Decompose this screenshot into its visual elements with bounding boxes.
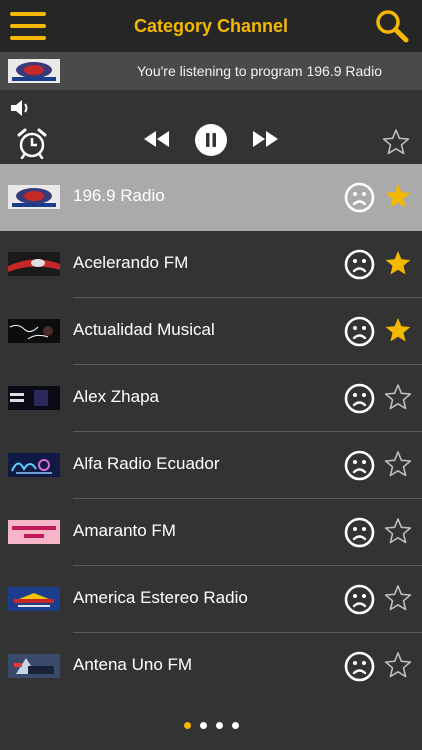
page-dot[interactable] [215, 722, 223, 729]
station-logo [8, 252, 60, 276]
pause-button[interactable] [195, 124, 227, 156]
station-name: Acelerando FM [73, 253, 189, 272]
now-playing-station-logo [8, 59, 60, 83]
station-logo [8, 185, 60, 209]
favorite-star-filled-icon[interactable] [384, 249, 412, 277]
sad-face-icon[interactable] [344, 182, 375, 213]
top-nav-bar: Category Channel [0, 0, 422, 52]
station-row-antena-uno-fm[interactable]: Antena Uno FM [0, 633, 422, 700]
favorite-star-icon[interactable] [382, 128, 410, 156]
sad-face-icon[interactable] [344, 584, 375, 615]
station-row-actualidad-musical[interactable]: Actualidad Musical [0, 298, 422, 365]
station-name: Actualidad Musical [73, 320, 215, 339]
station-list: 196.9 Radio Acelerando FM Actualidad Mus… [0, 164, 422, 701]
sad-face-icon[interactable] [344, 651, 375, 682]
favorite-star-icon[interactable] [384, 450, 412, 478]
favorite-star-icon[interactable] [384, 651, 412, 679]
alarm-clock-icon[interactable] [16, 127, 48, 159]
station-logo [8, 386, 60, 410]
favorite-star-filled-icon[interactable] [384, 316, 412, 344]
pause-icon [206, 133, 216, 147]
now-playing-text: You're listening to program 196.9 Radio [137, 63, 382, 79]
station-name: Amaranto FM [73, 521, 176, 540]
fast-forward-icon[interactable] [252, 130, 280, 148]
page-indicator [0, 722, 422, 740]
station-name: Alfa Radio Ecuador [73, 454, 220, 473]
volume-icon[interactable] [10, 98, 32, 118]
sad-face-icon[interactable] [344, 450, 375, 481]
rewind-icon[interactable] [142, 130, 170, 148]
favorite-star-icon[interactable] [384, 584, 412, 612]
page-dot[interactable] [231, 722, 239, 729]
favorite-star-filled-icon[interactable] [384, 182, 412, 210]
page-title: Category Channel [133, 15, 289, 36]
station-row-acelerando-fm[interactable]: Acelerando FM [0, 231, 422, 298]
station-name: America Estereo Radio [73, 588, 248, 607]
menu-icon[interactable] [10, 9, 46, 43]
favorite-star-icon[interactable] [384, 517, 412, 545]
search-icon[interactable] [374, 8, 410, 44]
now-playing-bar[interactable]: You're listening to program 196.9 Radio [0, 52, 422, 90]
sad-face-icon[interactable] [344, 517, 375, 548]
sad-face-icon[interactable] [344, 383, 375, 414]
station-row-america-estereo-radio[interactable]: America Estereo Radio [0, 566, 422, 633]
station-name: 196.9 Radio [73, 186, 165, 205]
sad-face-icon[interactable] [344, 249, 375, 280]
station-logo [8, 319, 60, 343]
station-row-alfa-radio-ecuador[interactable]: Alfa Radio Ecuador [0, 432, 422, 499]
favorite-star-icon[interactable] [384, 383, 412, 411]
station-logo [8, 453, 60, 477]
sad-face-icon[interactable] [344, 316, 375, 347]
station-row-amaranto-fm[interactable]: Amaranto FM [0, 499, 422, 566]
station-logo [8, 654, 60, 678]
station-logo [8, 587, 60, 611]
station-name: Alex Zhapa [73, 387, 159, 406]
station-logo [8, 520, 60, 544]
station-name: Antena Uno FM [73, 655, 193, 674]
station-row-alex-zhapa[interactable]: Alex Zhapa [0, 365, 422, 432]
page-dot[interactable] [199, 722, 207, 729]
player-controls [0, 90, 422, 164]
page-dot-active[interactable] [183, 722, 191, 729]
station-row-196-9-radio[interactable]: 196.9 Radio [0, 164, 422, 231]
